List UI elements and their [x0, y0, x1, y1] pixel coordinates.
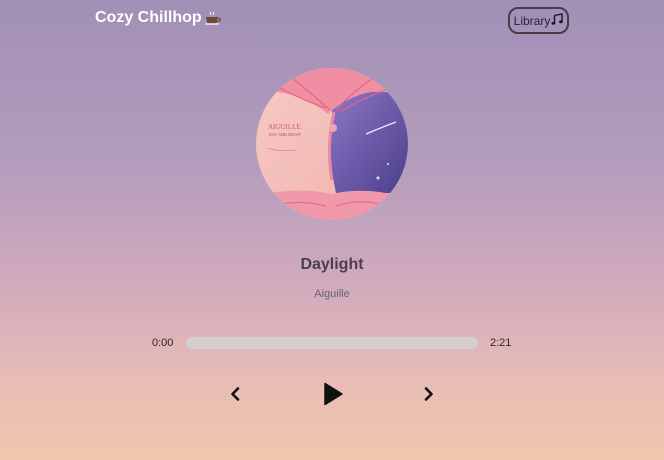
current-time: 0:00: [152, 337, 174, 349]
progress-bar[interactable]: [186, 337, 478, 349]
coffee-cup-icon: [204, 11, 222, 25]
song-title: Daylight: [300, 256, 364, 273]
library-label: Library: [513, 13, 551, 28]
music-player-app: Cozy Chillhop Library AIGUILLE DAY AND N…: [0, 0, 664, 460]
next-track-button[interactable]: [420, 386, 438, 406]
previous-track-button[interactable]: [226, 386, 244, 406]
library-button[interactable]: Library: [508, 7, 569, 34]
app-title-text: Cozy Chillhop: [95, 9, 202, 26]
total-time: 2:21: [490, 337, 512, 349]
chevron-left-icon: [229, 386, 241, 406]
play-button[interactable]: [318, 381, 348, 411]
chevron-right-icon: [423, 386, 435, 406]
song-artist: Aiguille: [314, 288, 350, 300]
app-title: Cozy Chillhop: [95, 9, 222, 27]
cover-artist-text: AIGUILLE: [268, 123, 301, 131]
cover-album-text: DAY AND NIGHT: [269, 132, 302, 137]
album-cover: AIGUILLE DAY AND NIGHT: [256, 68, 408, 220]
music-note-icon: [551, 13, 564, 28]
play-icon: [322, 382, 344, 411]
